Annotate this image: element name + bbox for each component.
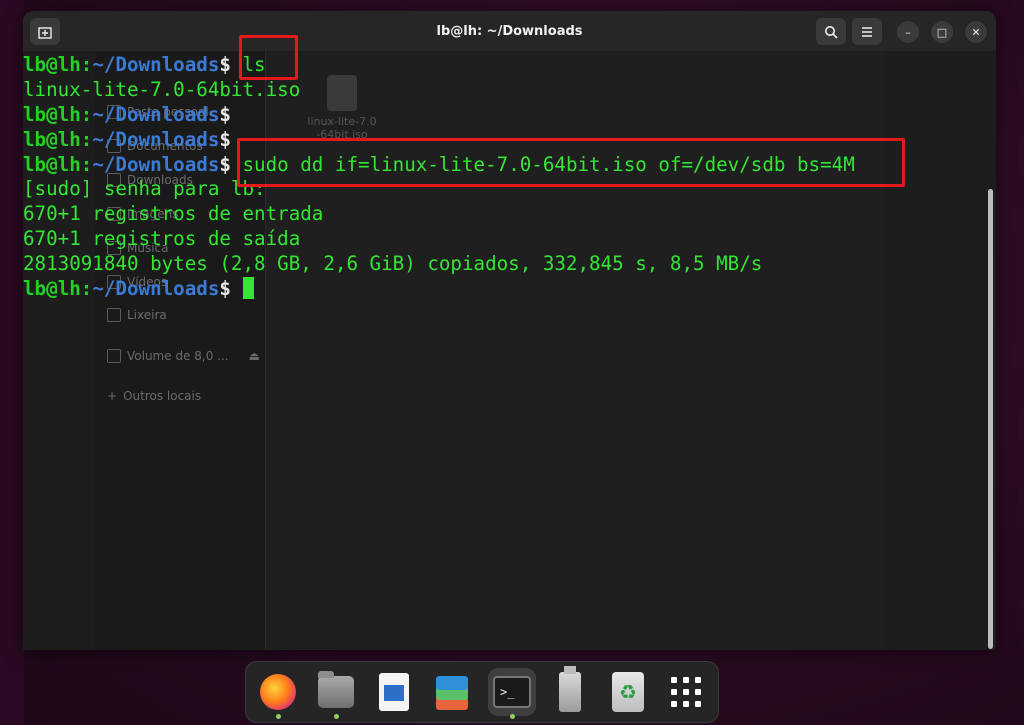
- window-title: lb@lh: ~/Downloads: [436, 23, 583, 39]
- text-cursor: [242, 277, 254, 300]
- trash-recycle-icon: ♻: [612, 672, 644, 712]
- highlight-ls-command: [239, 35, 298, 80]
- desktop-background: [0, 0, 24, 725]
- title-bar[interactable]: lb@lh: ~/Downloads – □ ✕: [23, 11, 996, 51]
- dock-layers-app[interactable]: [428, 668, 476, 716]
- maximize-button[interactable]: □: [931, 21, 953, 43]
- hamburger-menu-icon: [862, 26, 872, 37]
- dock-files[interactable]: [312, 668, 360, 719]
- dock-writer[interactable]: [370, 668, 418, 716]
- terminal-output-line: 2813091840 bytes (2,8 GB, 2,6 GiB) copia…: [23, 252, 763, 276]
- dock-usb-drive[interactable]: [546, 666, 594, 716]
- prompt-user-host: lb@lh:: [23, 53, 93, 76]
- terminal-prompt-line: lb@lh:~/Downloads$: [23, 103, 855, 128]
- close-button[interactable]: ✕: [965, 21, 987, 43]
- app-grid-icon: [671, 677, 701, 707]
- usb-drive-icon: [559, 666, 581, 712]
- prompt-symbol: $: [219, 277, 243, 301]
- prompt-path: ~/Downloads: [92, 102, 220, 126]
- layers-icon: [432, 672, 472, 712]
- terminal-output-line: 670+1 registros de saída: [23, 227, 301, 251]
- prompt-path: ~/Downloads: [92, 277, 220, 301]
- running-indicator: [334, 714, 339, 719]
- dock-firefox[interactable]: [254, 668, 302, 719]
- prompt-path: ~/Downloads: [92, 127, 220, 151]
- trash-icon: [107, 308, 121, 322]
- terminal-prompt-line: lb@lh:~/Downloads$ ls: [23, 53, 855, 78]
- minimize-button[interactable]: –: [897, 21, 919, 43]
- libreoffice-writer-icon: [379, 673, 409, 711]
- prompt-path: ~/Downloads: [92, 53, 220, 76]
- terminal-output-line: linux-lite-7.0-64bit.iso: [23, 77, 301, 101]
- running-indicator: [276, 714, 281, 719]
- ghost-sidebar-item: + Outros locais: [107, 389, 202, 403]
- dock-show-apps[interactable]: [662, 668, 710, 716]
- prompt-path: ~/Downloads: [92, 152, 220, 176]
- minimize-icon: –: [905, 25, 911, 39]
- prompt-symbol: $: [219, 102, 243, 126]
- plus-icon: +: [107, 389, 118, 403]
- ghost-sidebar-item: Volume de 8,0 ... ⏏: [107, 349, 260, 363]
- dock-trash[interactable]: ♻: [604, 668, 652, 716]
- dock: >_ ♻: [245, 661, 719, 723]
- search-button[interactable]: [816, 18, 846, 45]
- terminal-icon: >_: [493, 676, 531, 708]
- maximize-icon: □: [936, 25, 948, 39]
- new-tab-button[interactable]: [30, 18, 60, 45]
- search-icon: [825, 25, 838, 39]
- files-folder-icon: [318, 671, 354, 708]
- prompt-user-host: lb@lh:: [23, 277, 93, 301]
- firefox-icon: [260, 674, 296, 710]
- running-indicator: [510, 714, 515, 719]
- prompt-user-host: lb@lh:: [23, 127, 93, 151]
- terminal-window[interactable]: lb@lh: ~/Downloads – □ ✕ Pasta pessoal D…: [23, 11, 996, 650]
- ghost-sidebar-item: Lixeira: [107, 308, 167, 322]
- terminal-prompt-line: lb@lh:~/Downloads$: [23, 277, 855, 302]
- close-icon: ✕: [971, 25, 981, 39]
- prompt-user-host: lb@lh:: [23, 102, 93, 126]
- terminal-output-line: 670+1 registros de entrada: [23, 202, 324, 226]
- new-tab-icon: [38, 26, 52, 39]
- dock-terminal[interactable]: >_: [488, 668, 536, 719]
- menu-button[interactable]: [852, 18, 882, 45]
- drive-icon: [107, 349, 121, 363]
- eject-icon: ⏏: [248, 349, 260, 363]
- scrollbar[interactable]: [988, 189, 993, 649]
- prompt-user-host: lb@lh:: [23, 152, 93, 176]
- highlight-dd-command: [237, 138, 905, 187]
